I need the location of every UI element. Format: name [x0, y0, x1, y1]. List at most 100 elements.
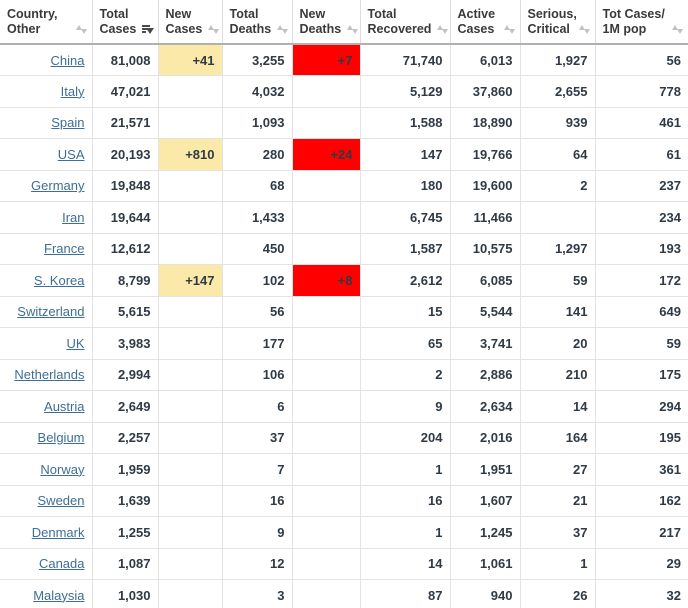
country-link[interactable]: Canada [39, 556, 85, 571]
country-cell[interactable]: Spain [0, 107, 92, 139]
country-cell[interactable]: Netherlands [0, 359, 92, 391]
cell-serious: 2,655 [520, 76, 595, 108]
sort-both-icon[interactable] [347, 24, 356, 35]
country-cell[interactable]: Austria [0, 391, 92, 423]
cell-new_cases [158, 391, 222, 423]
sort-both-icon[interactable] [437, 24, 446, 35]
cell-active_cases: 2,016 [450, 422, 520, 454]
country-link[interactable]: USA [58, 147, 85, 162]
table-row: France12,6124501,58710,5751,297193 [0, 233, 688, 265]
country-cell[interactable]: Malaysia [0, 580, 92, 608]
cell-total_deaths: 9 [222, 517, 292, 549]
country-cell[interactable]: S. Korea [0, 265, 92, 297]
cell-new_cases [158, 328, 222, 360]
country-cell[interactable]: Denmark [0, 517, 92, 549]
sort-both-icon[interactable] [208, 24, 217, 35]
country-cell[interactable]: Germany [0, 170, 92, 202]
cell-cases_per_1m: 29 [595, 548, 688, 580]
column-header-new_deaths[interactable]: NewDeaths [292, 0, 360, 44]
country-link[interactable]: Switzerland [17, 304, 84, 319]
country-cell[interactable]: Iran [0, 202, 92, 234]
column-header-total_recovered[interactable]: TotalRecovered [360, 0, 450, 44]
column-header-total_cases[interactable]: TotalCases [92, 0, 158, 44]
cell-new_deaths [292, 422, 360, 454]
country-cell[interactable]: Belgium [0, 422, 92, 454]
column-header-serious[interactable]: Serious,Critical [520, 0, 595, 44]
country-cell[interactable]: Switzerland [0, 296, 92, 328]
cell-total_deaths: 16 [222, 485, 292, 517]
country-link[interactable]: Denmark [32, 525, 85, 540]
country-link[interactable]: Belgium [38, 430, 85, 445]
country-link[interactable]: France [44, 241, 84, 256]
country-cell[interactable]: UK [0, 328, 92, 360]
cell-total_cases: 2,649 [92, 391, 158, 423]
cell-total_recovered: 1,587 [360, 233, 450, 265]
column-header-line1-cases_per_1m: Tot Cases/ [603, 7, 682, 22]
cell-total_recovered: 14 [360, 548, 450, 580]
cell-active_cases: 2,886 [450, 359, 520, 391]
country-cell[interactable]: China [0, 44, 92, 76]
cell-total_deaths: 1,093 [222, 107, 292, 139]
country-cell[interactable]: Canada [0, 548, 92, 580]
country-link[interactable]: Netherlands [14, 367, 84, 382]
country-link[interactable]: Sweden [38, 493, 85, 508]
table-row: Germany19,8486818019,6002237 [0, 170, 688, 202]
column-header-line1-total_cases: Total [100, 7, 151, 22]
country-link[interactable]: S. Korea [34, 273, 85, 288]
country-link[interactable]: Iran [62, 210, 84, 225]
cell-cases_per_1m: 294 [595, 391, 688, 423]
country-cell[interactable]: USA [0, 139, 92, 171]
column-header-active_cases[interactable]: ActiveCases [450, 0, 520, 44]
cell-cases_per_1m: 195 [595, 422, 688, 454]
cell-total_deaths: 12 [222, 548, 292, 580]
country-cell[interactable]: Sweden [0, 485, 92, 517]
column-header-new_cases[interactable]: NewCases [158, 0, 222, 44]
column-header-line2-new_cases: Cases [166, 22, 203, 37]
cell-total_recovered: 87 [360, 580, 450, 608]
sort-both-icon[interactable] [76, 24, 85, 35]
country-link[interactable]: China [51, 53, 85, 68]
cell-total_cases: 21,571 [92, 107, 158, 139]
sort-both-icon[interactable] [277, 24, 286, 35]
cell-total_deaths: 68 [222, 170, 292, 202]
column-header-cases_per_1m[interactable]: Tot Cases/1M pop [595, 0, 688, 44]
cell-total_deaths: 6 [222, 391, 292, 423]
cell-new_deaths [292, 328, 360, 360]
country-cell[interactable]: France [0, 233, 92, 265]
sort-both-icon[interactable] [579, 24, 588, 35]
cell-serious: 1,927 [520, 44, 595, 76]
table-row: Denmark1,255911,24537217 [0, 517, 688, 549]
cell-total_recovered: 147 [360, 139, 450, 171]
cell-total_cases: 19,848 [92, 170, 158, 202]
column-header-line2-cases_per_1m: 1M pop [603, 22, 647, 37]
cell-new_deaths [292, 107, 360, 139]
country-link[interactable]: Germany [31, 178, 84, 193]
country-cell[interactable]: Italy [0, 76, 92, 108]
column-header-country[interactable]: Country,Other [0, 0, 92, 44]
cell-serious: 141 [520, 296, 595, 328]
cell-total_recovered: 1 [360, 517, 450, 549]
sort-both-icon[interactable] [504, 24, 513, 35]
country-link[interactable]: Austria [44, 399, 84, 414]
country-link[interactable]: Malaysia [33, 588, 84, 603]
country-link[interactable]: Norway [40, 462, 84, 477]
cell-total_deaths: 4,032 [222, 76, 292, 108]
cell-new_cases [158, 485, 222, 517]
cell-total_cases: 8,799 [92, 265, 158, 297]
sort-both-icon[interactable] [672, 24, 681, 35]
cell-cases_per_1m: 162 [595, 485, 688, 517]
sort-descending-icon[interactable] [142, 24, 151, 35]
cell-new_cases: +147 [158, 265, 222, 297]
cell-new_deaths: +7 [292, 44, 360, 76]
cell-total_cases: 20,193 [92, 139, 158, 171]
cell-new_deaths: +24 [292, 139, 360, 171]
column-header-line1-serious: Serious, [528, 7, 588, 22]
country-link[interactable]: UK [66, 336, 84, 351]
country-link[interactable]: Spain [51, 115, 84, 130]
country-cell[interactable]: Norway [0, 454, 92, 486]
column-header-total_deaths[interactable]: TotalDeaths [222, 0, 292, 44]
cell-serious: 21 [520, 485, 595, 517]
country-link[interactable]: Italy [61, 84, 85, 99]
cell-active_cases: 18,890 [450, 107, 520, 139]
column-header-line1-new_cases: New [166, 7, 215, 22]
